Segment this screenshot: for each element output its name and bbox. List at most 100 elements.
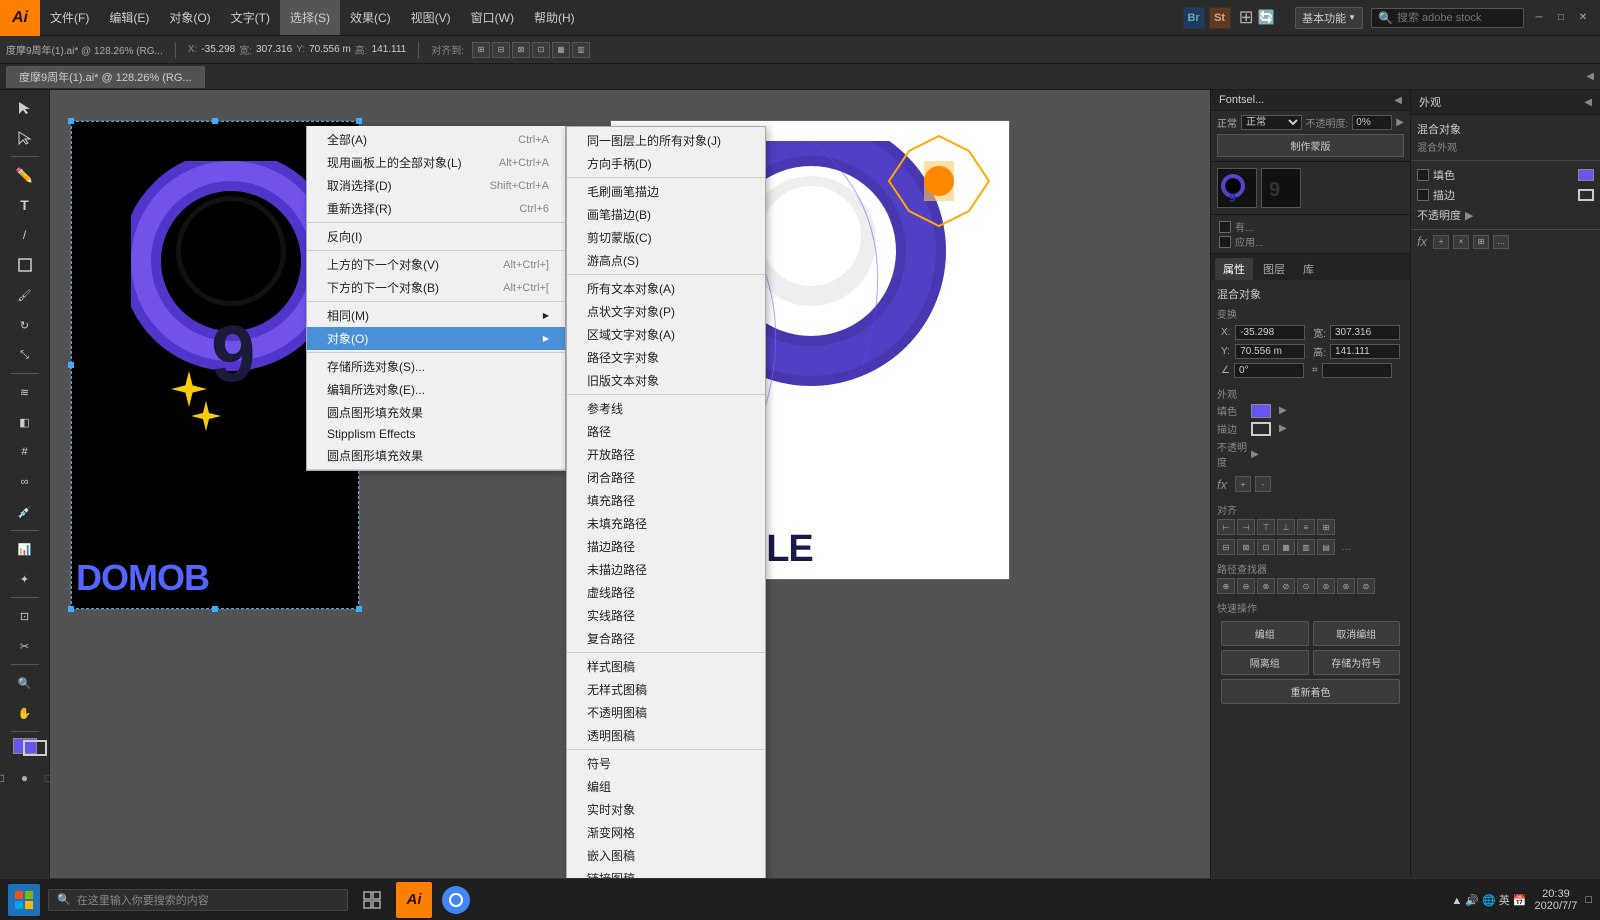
distrib-left-btn[interactable]: ⊟ bbox=[1217, 539, 1235, 555]
group-btn[interactable]: 编组 bbox=[1221, 621, 1309, 646]
normal-mode-icon[interactable]: □ bbox=[0, 768, 11, 788]
tab-layers[interactable]: 图层 bbox=[1255, 258, 1293, 280]
menu-select-all[interactable]: 全部(A) Ctrl+A bbox=[307, 128, 565, 151]
workspace-dropdown[interactable]: 基本功能 ▼ bbox=[1295, 7, 1363, 29]
align-right-edges-btn[interactable]: ⊤ bbox=[1257, 519, 1275, 535]
align-left-btn[interactable]: ⊞ bbox=[472, 42, 490, 58]
direct-selection-tool[interactable] bbox=[9, 124, 41, 152]
bridge-icon[interactable]: Br bbox=[1183, 7, 1205, 29]
tab-properties[interactable]: 属性 bbox=[1215, 258, 1253, 280]
fill-swatch[interactable] bbox=[1578, 169, 1594, 181]
distrib-bottom-btn[interactable]: ▤ bbox=[1317, 539, 1335, 555]
stroke-checkbox[interactable] bbox=[1417, 189, 1429, 201]
slice-tool[interactable]: ✂ bbox=[9, 632, 41, 660]
menu-edit-selection[interactable]: 编辑所选对象(E)... bbox=[307, 378, 565, 401]
tab-libraries[interactable]: 库 bbox=[1295, 258, 1322, 280]
distrib-h-btn[interactable]: ⊠ bbox=[1237, 539, 1255, 555]
taskbar-ai-icon[interactable]: Ai bbox=[396, 882, 432, 918]
menu-inverse[interactable]: 反向(I) bbox=[307, 225, 565, 248]
pf-outline-btn[interactable]: ⊛ bbox=[1337, 578, 1355, 594]
menu-effect[interactable]: 效果(C) bbox=[340, 0, 401, 35]
scale-tool[interactable]: ⤡ bbox=[9, 341, 41, 369]
app-delete-btn[interactable]: × bbox=[1453, 235, 1469, 249]
draw-mode-icon[interactable]: ● bbox=[15, 768, 35, 788]
rotate-tool[interactable]: ↻ bbox=[9, 311, 41, 339]
obj-stroked-path[interactable]: 描边路径 bbox=[567, 535, 765, 558]
transparency-expand-btn[interactable]: ▶ bbox=[1396, 117, 1404, 128]
effect-add-btn[interactable]: + bbox=[1235, 476, 1251, 492]
make-mask-btn[interactable]: 制作蒙版 bbox=[1217, 134, 1404, 157]
menu-select-all-artboard[interactable]: 现用画板上的全部对象(L) Alt+Ctrl+A bbox=[307, 151, 565, 174]
pf-trim-btn[interactable]: ⊙ bbox=[1297, 578, 1315, 594]
obj-compound-path[interactable]: 复合路径 bbox=[567, 627, 765, 650]
menu-select[interactable]: 选择(S) bbox=[280, 0, 340, 35]
stroke-swatch-app[interactable] bbox=[1578, 189, 1594, 201]
pf-unite-btn[interactable]: ⊕ bbox=[1217, 578, 1235, 594]
fill-color-box[interactable] bbox=[1251, 404, 1271, 418]
obj-unstyled-art[interactable]: 无样式图稿 bbox=[567, 678, 765, 701]
blend-mode-select[interactable]: 正常 bbox=[1241, 115, 1302, 130]
stroke-color-swatch[interactable] bbox=[23, 740, 47, 756]
fontself-collapse-btn[interactable]: ◀ bbox=[1394, 95, 1402, 106]
isolate-group-btn[interactable]: 隔离组 bbox=[1221, 650, 1309, 675]
app-copy-btn[interactable]: ⊞ bbox=[1473, 235, 1489, 249]
start-button[interactable] bbox=[8, 884, 40, 916]
menu-view[interactable]: 视图(V) bbox=[401, 0, 461, 35]
distrib-right-btn[interactable]: ⊡ bbox=[1257, 539, 1275, 555]
menu-file[interactable]: 文件(F) bbox=[40, 0, 99, 35]
restore-button[interactable]: □ bbox=[1554, 11, 1568, 25]
obj-legacy-text[interactable]: 旧版文本对象 bbox=[567, 369, 765, 392]
align-h-center-btn[interactable]: ⊣ bbox=[1237, 519, 1255, 535]
recolor-btn[interactable]: 重新着色 bbox=[1221, 679, 1400, 704]
menu-deselect[interactable]: 取消选择(D) Shift+Ctrl+A bbox=[307, 174, 565, 197]
pf-intersect-btn[interactable]: ⊗ bbox=[1257, 578, 1275, 594]
taskbar-chrome-icon[interactable] bbox=[440, 884, 472, 916]
obj-point-text[interactable]: 点状文字对象(P) bbox=[567, 300, 765, 323]
grid-view-icon[interactable]: ⊞ bbox=[1239, 7, 1254, 28]
menu-window[interactable]: 窗口(W) bbox=[461, 0, 524, 35]
obj-clipping-mask[interactable]: 剪切蒙版(C) bbox=[567, 226, 765, 249]
pf-crop-btn[interactable]: ⊚ bbox=[1317, 578, 1335, 594]
save-symbol-btn[interactable]: 存储为符号 bbox=[1313, 650, 1401, 675]
obj-guides[interactable]: 参考线 bbox=[567, 397, 765, 420]
mask-thumbnail[interactable]: 9 bbox=[1261, 168, 1301, 208]
align-top-btn[interactable]: ⊡ bbox=[532, 42, 550, 58]
gradient-tool[interactable]: ◧ bbox=[9, 408, 41, 436]
minimize-button[interactable]: ─ bbox=[1532, 11, 1546, 25]
opacity-expand-row-btn[interactable]: ▶ bbox=[1251, 449, 1259, 460]
line-tool[interactable]: / bbox=[9, 221, 41, 249]
obj-opaque-art[interactable]: 不透明图稿 bbox=[567, 701, 765, 724]
mesh-tool[interactable]: # bbox=[9, 438, 41, 466]
angle-input[interactable] bbox=[1234, 363, 1304, 378]
obj-path-text[interactable]: 路径文字对象 bbox=[567, 346, 765, 369]
obj-group[interactable]: 编组 bbox=[567, 775, 765, 798]
graph-tool[interactable]: 📊 bbox=[9, 535, 41, 563]
obj-styled-art[interactable]: 样式图稿 bbox=[567, 655, 765, 678]
obj-stray-points[interactable]: 游高点(S) bbox=[567, 249, 765, 272]
align-top-edges-btn[interactable]: ⊥ bbox=[1277, 519, 1295, 535]
obj-path[interactable]: 路径 bbox=[567, 420, 765, 443]
menu-stipplism[interactable]: Stipplism Effects bbox=[307, 424, 565, 444]
pen-tool[interactable]: ✏️ bbox=[9, 161, 41, 189]
pf-minus-back-btn[interactable]: ⊜ bbox=[1357, 578, 1375, 594]
menu-same[interactable]: 相同(M) bbox=[307, 304, 565, 327]
stroke-color-box[interactable] bbox=[1251, 422, 1271, 436]
appearance-collapse-btn[interactable]: ◀ bbox=[1584, 97, 1592, 108]
menu-reselect[interactable]: 重新选择(R) Ctrl+6 bbox=[307, 197, 565, 220]
stock-icon[interactable]: St bbox=[1209, 7, 1231, 29]
search-input[interactable] bbox=[1397, 12, 1517, 24]
checkbox-invert[interactable] bbox=[1219, 236, 1231, 248]
obj-bristle-brush[interactable]: 毛刷画笔描边 bbox=[567, 180, 765, 203]
obj-brush-stroke[interactable]: 画笔描边(B) bbox=[567, 203, 765, 226]
fill-opacity-btn[interactable]: ▶ bbox=[1279, 405, 1287, 416]
obj-open-path[interactable]: 开放路径 bbox=[567, 443, 765, 466]
menu-save-selection[interactable]: 存储所选对象(S)... bbox=[307, 355, 565, 378]
align-left-edges-btn[interactable]: ⊢ bbox=[1217, 519, 1235, 535]
distrib-v-btn[interactable]: ▥ bbox=[1297, 539, 1315, 555]
rect-tool[interactable] bbox=[9, 251, 41, 279]
obj-filled-path[interactable]: 填充路径 bbox=[567, 489, 765, 512]
menu-stipple-fill[interactable]: 圆点图形填充效果 bbox=[307, 401, 565, 424]
y-input[interactable] bbox=[1235, 344, 1305, 359]
obj-unfilled-path[interactable]: 未填充路径 bbox=[567, 512, 765, 535]
obj-mesh[interactable]: 渐变网格 bbox=[567, 821, 765, 844]
